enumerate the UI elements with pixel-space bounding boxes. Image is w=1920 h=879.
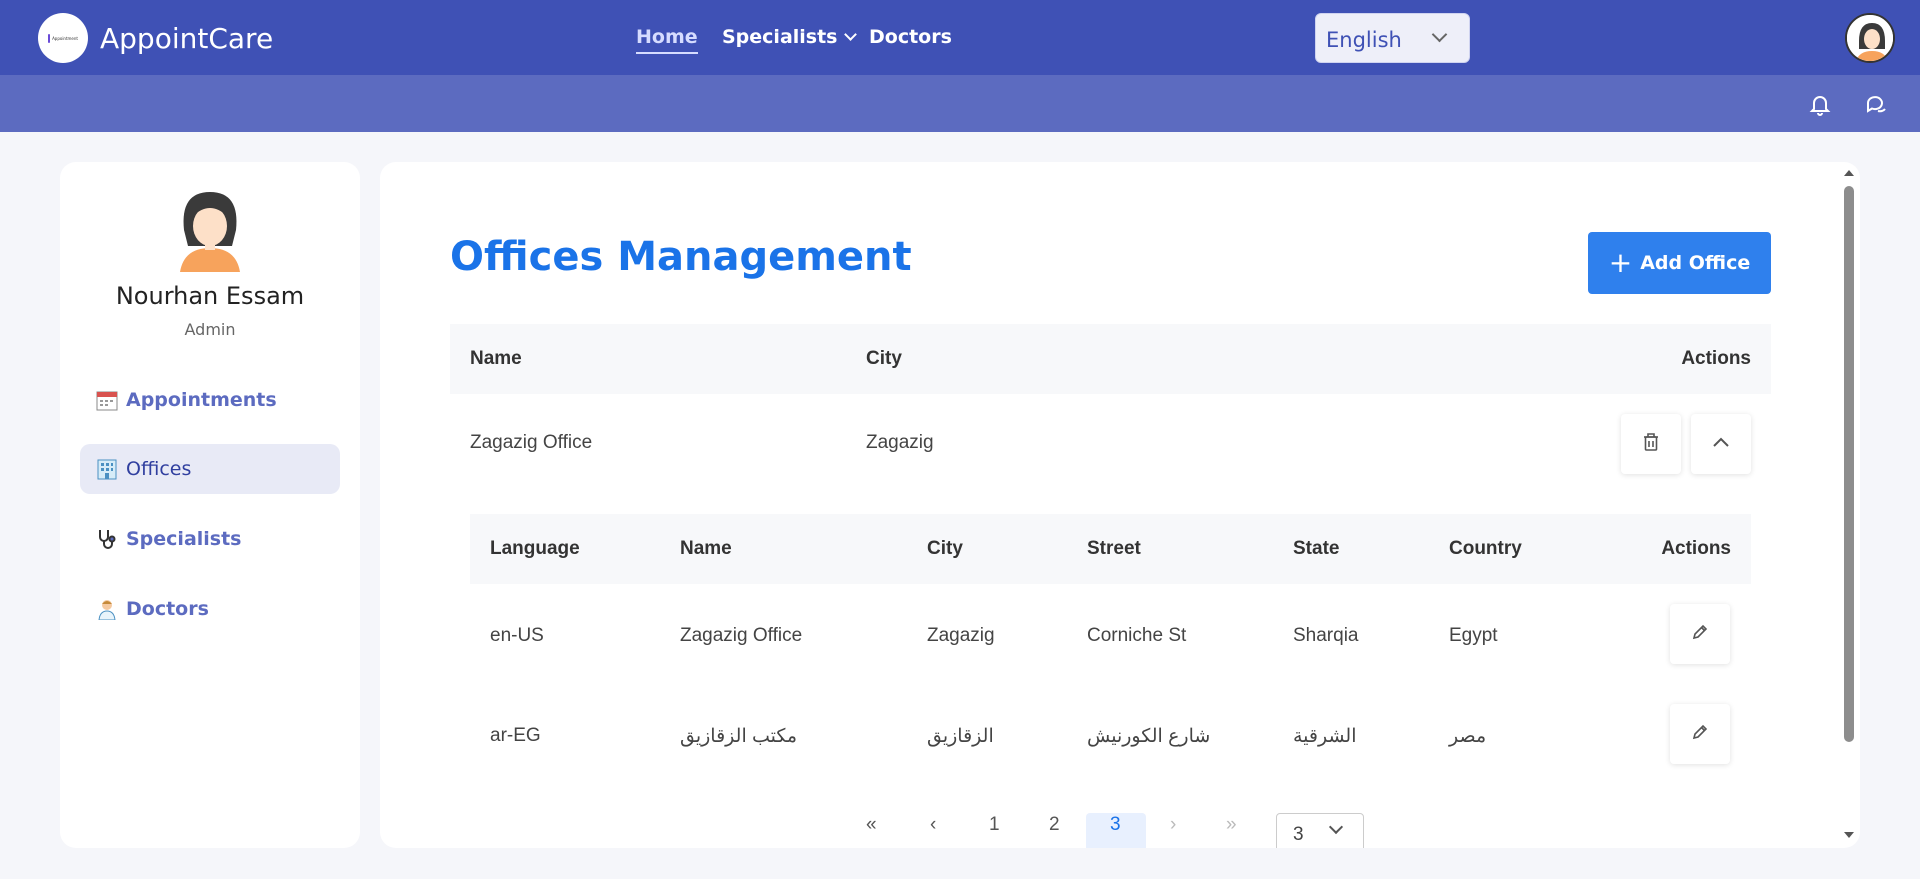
pagination-first[interactable]: «	[866, 814, 877, 836]
doctor-icon	[96, 598, 118, 620]
scroll-down-arrow[interactable]	[1844, 832, 1854, 838]
nav-specialists[interactable]: Specialists	[722, 26, 857, 48]
user-avatar[interactable]	[1845, 13, 1895, 63]
main-panel: Offices Management + Add Office Name Cit…	[380, 162, 1860, 848]
translation-city: الزقازيق	[927, 726, 994, 747]
table-row: Zagazig Office Zagazig	[450, 394, 1771, 494]
app-logo[interactable]: Appointment	[38, 13, 88, 63]
column-header-city[interactable]: City	[866, 348, 902, 370]
column-header-name[interactable]: Name	[470, 348, 522, 370]
office-name: Zagazig Office	[470, 432, 593, 453]
sidebar-item-specialists[interactable]: Specialists	[80, 514, 340, 564]
plus-icon: +	[1608, 246, 1633, 279]
column-header-actions: Actions	[1661, 538, 1731, 559]
scroll-up-arrow[interactable]	[1844, 170, 1854, 176]
pagination-next[interactable]: ›	[1170, 814, 1176, 836]
stethoscope-icon	[96, 528, 118, 550]
column-header-city: City	[927, 538, 963, 559]
add-office-button[interactable]: + Add Office	[1588, 232, 1771, 294]
translation-street: شارع الكورنيش	[1087, 726, 1211, 747]
office-city: Zagazig	[866, 432, 934, 453]
translation-state: Sharqia	[1293, 625, 1359, 646]
chat-icon[interactable]	[1864, 92, 1888, 116]
column-header-state: State	[1293, 538, 1340, 559]
translation-name: Zagazig Office	[680, 625, 803, 646]
translation-street: Corniche St	[1087, 625, 1187, 646]
trash-icon	[1642, 432, 1660, 457]
pagination-page-2[interactable]: 2	[1049, 814, 1060, 836]
translation-country: Egypt	[1449, 625, 1498, 646]
nav-doctors[interactable]: Doctors	[869, 26, 952, 48]
top-navbar: Appointment AppointCare Home Specialists…	[0, 0, 1920, 75]
sidebar-item-label: Doctors	[126, 598, 209, 620]
translation-country: مصر	[1449, 726, 1487, 747]
profile-avatar	[170, 186, 250, 272]
sidebar-item-doctors[interactable]: Doctors	[80, 584, 340, 634]
translation-state: الشرقية	[1293, 726, 1357, 747]
main-scrollbar[interactable]	[1842, 170, 1856, 838]
chevron-down-icon	[1328, 819, 1344, 835]
pagination-page-3[interactable]: 3	[1110, 814, 1121, 836]
translation-city: Zagazig	[927, 625, 995, 646]
sidebar-item-label: Offices	[126, 458, 192, 480]
language-value: English	[1326, 28, 1402, 52]
column-header-street: Street	[1087, 538, 1141, 559]
sidebar-item-appointments[interactable]: Appointments	[80, 375, 340, 425]
delete-button[interactable]	[1621, 414, 1681, 474]
profile-name: Nourhan Essam	[115, 282, 305, 310]
sidebar-item-label: Specialists	[126, 528, 242, 550]
translations-table-header: Language Name City Street State Country …	[470, 514, 1751, 584]
logo-text: Appointment	[52, 35, 78, 41]
chevron-up-icon	[1712, 435, 1730, 453]
page-title: Offices Management	[450, 234, 912, 280]
table-row: ar-EG مكتب الزقازيق الزقازيق شارع الكورن…	[470, 684, 1751, 784]
offices-table-header: Name City Actions	[450, 324, 1771, 394]
calendar-icon	[96, 389, 118, 411]
translation-name: مكتب الزقازيق	[680, 726, 798, 747]
translation-language: en-US	[490, 625, 544, 646]
pencil-icon	[1691, 623, 1709, 646]
sidebar-item-label: Appointments	[126, 389, 277, 411]
edit-button[interactable]	[1670, 704, 1730, 764]
profile-role: Admin	[184, 320, 236, 339]
pagination-last[interactable]: »	[1226, 814, 1237, 836]
pagination-page-1[interactable]: 1	[989, 814, 1000, 836]
table-row: en-US Zagazig Office Zagazig Corniche St…	[470, 584, 1751, 684]
nav-specialists-label: Specialists	[722, 26, 838, 48]
language-select[interactable]: English	[1315, 13, 1470, 63]
translation-language: ar-EG	[490, 725, 541, 746]
scroll-thumb[interactable]	[1844, 186, 1854, 742]
sidebar: Nourhan Essam Admin Appointments Offices…	[60, 162, 360, 848]
add-office-label: Add Office	[1640, 252, 1751, 274]
building-icon	[96, 458, 118, 480]
pagination-prev[interactable]: ‹	[930, 814, 936, 836]
column-header-name: Name	[680, 538, 732, 559]
column-header-country: Country	[1449, 538, 1522, 559]
column-header-actions: Actions	[1681, 348, 1751, 369]
page-size-value: 3	[1293, 824, 1304, 845]
chevron-down-icon	[843, 28, 857, 41]
nav-home[interactable]: Home	[636, 26, 698, 54]
brand-name[interactable]: AppointCare	[100, 22, 273, 55]
edit-button[interactable]	[1670, 604, 1730, 664]
sidebar-item-offices[interactable]: Offices	[80, 444, 340, 494]
collapse-button[interactable]	[1691, 414, 1751, 474]
column-header-language: Language	[490, 538, 580, 559]
pencil-icon	[1691, 723, 1709, 746]
chevron-down-icon	[1431, 26, 1448, 43]
page-size-select[interactable]: 3	[1276, 813, 1364, 848]
secondary-bar	[0, 75, 1920, 132]
bell-icon[interactable]	[1808, 92, 1832, 116]
